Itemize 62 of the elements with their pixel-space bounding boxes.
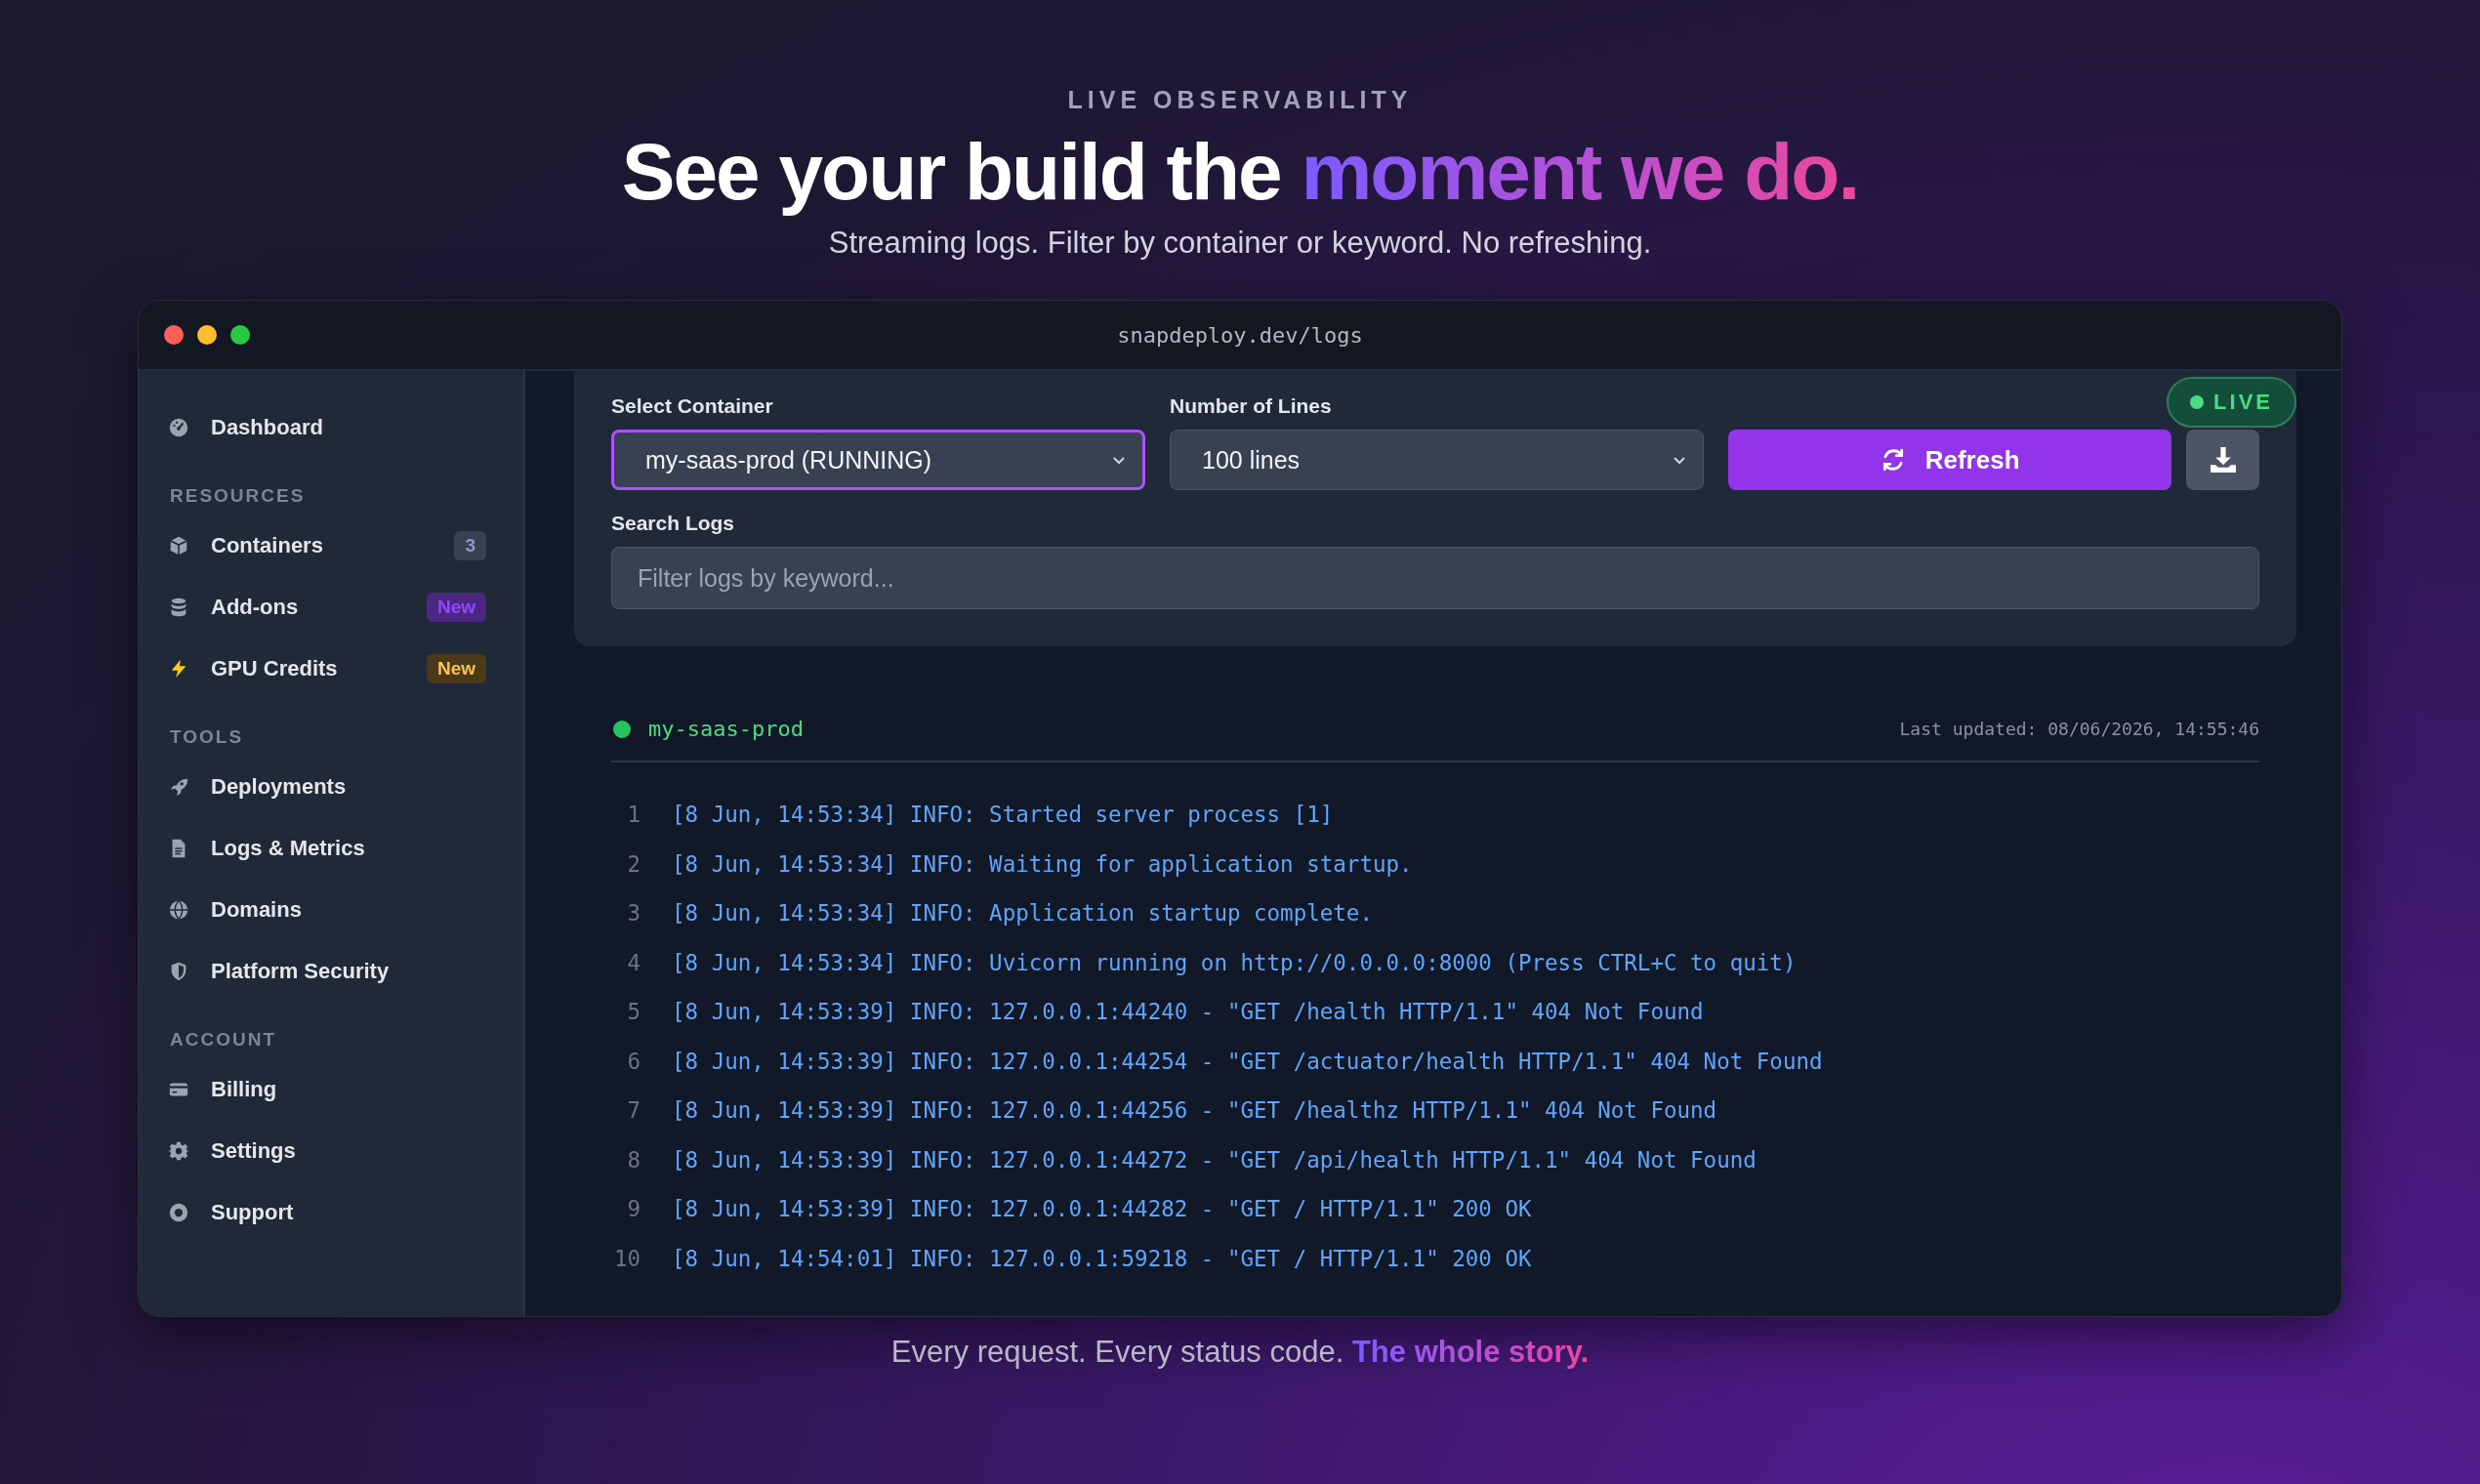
line-number: 9 (626, 1196, 641, 1222)
download-button[interactable] (2186, 430, 2259, 490)
log-line: [8 Jun, 14:53:34] INFO: Waiting for application startup. (672, 850, 1413, 877)
section-heading: RESOURCES (170, 485, 307, 507)
gauge-icon (168, 416, 189, 438)
log-line: [8 Jun, 14:53:34] INFO: Started server process [1] (672, 802, 1334, 828)
line-number: 4 (626, 949, 641, 975)
section-heading: ACCOUNT (170, 1029, 277, 1051)
sidebar-item[interactable]: Logs & Metrics (168, 817, 523, 879)
field-label: Select Container (611, 394, 774, 418)
minimize-button[interactable] (197, 325, 217, 345)
log-line: [8 Jun, 14:53:39] INFO: 127.0.0.1:44240 - "GET /health HTTP/1.1" 404 Not Found (672, 999, 1704, 1025)
line-number: 3 (626, 900, 641, 927)
sidebar-item[interactable]: Platform Security (168, 940, 523, 1002)
globe-icon (168, 898, 189, 921)
log-line: [8 Jun, 14:53:39] INFO: 127.0.0.1:44256 - "GET /healthz HTTP/1.1" 404 Not Found (672, 1097, 1717, 1124)
container-name: my-saas-prod (648, 717, 805, 741)
url-text: snapdeploy.dev/logs (1117, 322, 1363, 348)
subtitle: Streaming logs. Filter by container or keyword. No refreshing. (827, 226, 1653, 261)
close-button[interactable] (164, 325, 184, 345)
line-number: 10 (612, 1245, 641, 1271)
section-heading: TOOLS (170, 726, 245, 748)
sidebar-item[interactable]: Deployments (168, 756, 523, 817)
field-label: Number of Lines (1170, 394, 1333, 418)
container-dropdown[interactable]: my-saas-prod (RUNNING) (611, 430, 1145, 490)
cube-icon (168, 534, 189, 556)
sidebar-item[interactable]: Domains (168, 879, 523, 940)
lifebuoy-icon (168, 1201, 189, 1223)
search-field[interactable]: Filter logs by keyword... (611, 547, 2259, 609)
sidebar-item[interactable]: Billing (168, 1058, 523, 1120)
log-line: [8 Jun, 14:53:39] INFO: 127.0.0.1:44282 - "GET / HTTP/1.1" 200 OK (672, 1196, 1532, 1222)
line-number: 8 (626, 1146, 641, 1173)
log-line: [8 Jun, 14:53:34] INFO: Uvicorn running on http://0.0.0.0:8000 (Press CTRL+C to quit) (672, 949, 1797, 975)
field-label: Search Logs (611, 512, 736, 535)
line-number: 2 (626, 850, 641, 877)
eyebrow-label: LIVE OBSERVABILITY (1066, 86, 1414, 114)
line-number: 7 (626, 1097, 641, 1124)
log-line: [8 Jun, 14:53:39] INFO: 127.0.0.1:44254 - "GET /actuator/health HTTP/1.1" 404 Not Found (672, 1048, 1823, 1074)
footer-tagline: Every request. Every status code. The whole story. (889, 1335, 1591, 1370)
sidebar-item[interactable]: Containers 3 (168, 515, 523, 576)
refresh-button[interactable]: Refresh (1728, 430, 2172, 490)
gear-icon (168, 1139, 189, 1162)
sidebar-item[interactable]: Dashboard (168, 396, 523, 458)
log-line: [8 Jun, 14:53:39] INFO: 127.0.0.1:44272 - "GET /api/health HTTP/1.1" 404 Not Found (672, 1146, 1757, 1173)
download-icon (2210, 447, 2236, 473)
sidebar-item[interactable]: Settings (168, 1120, 523, 1181)
log-line: [8 Jun, 14:54:01] INFO: 127.0.0.1:59218 - "GET / HTTP/1.1" 200 OK (672, 1245, 1532, 1271)
last-updated-text: Last updated: 08/06/2026, 14:55:46 (1899, 719, 2259, 739)
sidebar-item[interactable]: Support (168, 1181, 523, 1243)
badge: 3 (454, 530, 486, 560)
line-number: 1 (626, 802, 641, 828)
log-line: [8 Jun, 14:53:34] INFO: Application startup complete. (672, 900, 1373, 927)
badge: New (426, 653, 486, 683)
sidebar-item[interactable]: GPU Credits New (168, 638, 523, 699)
lines-dropdown[interactable]: 100 lines (1170, 430, 1704, 490)
live-badge: LIVE (2167, 377, 2296, 428)
headline: See your build the moment we do. (620, 126, 1860, 218)
line-number: 5 (626, 999, 641, 1025)
sidebar-item[interactable]: Add-ons New (168, 576, 523, 638)
line-number: 6 (626, 1048, 641, 1074)
maximize-button[interactable] (230, 325, 250, 345)
badge: New (426, 592, 486, 622)
